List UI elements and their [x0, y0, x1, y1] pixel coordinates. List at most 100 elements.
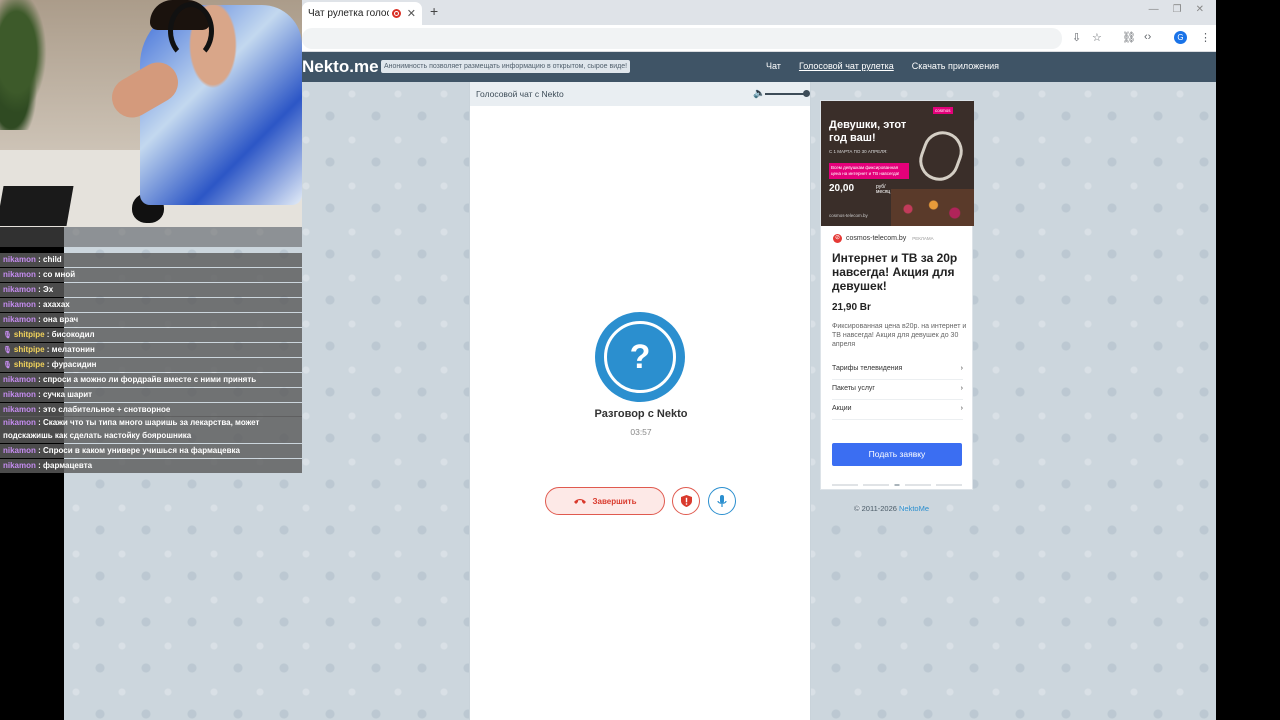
stream-frame: Чат рулетка голосов... ✕ + — ❐ ✕ ⇩ ☆ ⛓ ‹…	[0, 0, 1280, 720]
chat-separator: :	[35, 255, 44, 264]
chat-message: nikamon : child	[0, 253, 302, 267]
chat-text: фармацевта	[43, 461, 93, 470]
chat-text: мелатонин	[51, 345, 95, 354]
ad-banner-price: 20,00	[829, 183, 855, 194]
call-timer: 03:57	[630, 427, 652, 437]
site-logo[interactable]: Nekto.me	[302, 57, 379, 77]
stream-chat-overlay: nikamon : child nikamon : со мной nikamon …	[0, 227, 302, 473]
chat-username[interactable]: nikamon	[3, 255, 36, 264]
nav-chat[interactable]: Чат	[766, 61, 781, 71]
ad-carousel-indicator[interactable]	[832, 484, 962, 486]
ad-banner-price-suffix: руб/ месяц	[876, 184, 891, 195]
chevron-right-icon: ›	[960, 385, 963, 392]
webcam-plant	[0, 0, 55, 130]
ad-banner-brand: cosmos	[933, 107, 953, 114]
chat-message: nikamon : Спроси в каком универе учишься…	[0, 444, 302, 458]
panel-title: Голосовой чат с Nekto	[476, 89, 564, 99]
chat-separator: :	[44, 360, 52, 369]
tab-voice-chat[interactable]: Чат рулетка голосов... ✕	[302, 2, 422, 25]
question-mark-icon: ?	[604, 321, 676, 393]
chat-username[interactable]: nikamon	[3, 405, 36, 414]
new-tab-button[interactable]: +	[430, 3, 438, 19]
chat-text: со мной	[43, 270, 76, 279]
ad-link-label: Пакеты услуг	[832, 385, 875, 392]
shield-alert-icon	[680, 495, 692, 507]
recording-icon	[391, 9, 401, 18]
ad-banner-image[interactable]: cosmos Девушки, этот год ваш! С 1 МАРТА …	[821, 101, 974, 226]
close-window-button[interactable]: ✕	[1196, 4, 1204, 15]
code-icon[interactable]: ‹›	[1144, 31, 1151, 43]
cosmos-logo-icon: ⊘	[833, 234, 842, 243]
chat-separator: :	[35, 375, 44, 384]
profile-avatar[interactable]: G	[1174, 31, 1187, 44]
chat-text: child	[43, 255, 62, 264]
chat-username[interactable]: shitpipe	[14, 360, 45, 369]
bookmark-star-icon[interactable]: ☆	[1092, 31, 1102, 44]
end-call-label: Завершить	[592, 496, 637, 506]
chat-username[interactable]: shitpipe	[14, 345, 45, 354]
chevron-right-icon: ›	[960, 405, 963, 412]
volume-slider[interactable]	[765, 93, 807, 95]
copyright-link[interactable]: NektoMe	[899, 504, 929, 513]
minimize-button[interactable]: —	[1149, 4, 1159, 15]
chat-message: 🎙 shitpipe : мелатонин	[0, 343, 302, 357]
volume-slider-handle[interactable]	[803, 90, 810, 97]
ad-link-packages[interactable]: Пакеты услуг ›	[832, 380, 963, 400]
chat-separator: :	[35, 461, 44, 470]
chat-username[interactable]: nikamon	[3, 375, 36, 384]
ad-headline[interactable]: Интернет и ТВ за 20р навсегда! Акция для…	[832, 251, 967, 293]
chat-username[interactable]: nikamon	[3, 285, 36, 294]
menu-dots-icon[interactable]: ⋮	[1200, 31, 1211, 44]
chat-username[interactable]: shitpipe	[14, 330, 45, 339]
tab-close-icon[interactable]: ✕	[407, 7, 416, 20]
install-icon[interactable]: ⇩	[1072, 31, 1081, 44]
tab-title: Чат рулетка голосов...	[308, 8, 389, 19]
copyright: © 2011-2026 NektoMe	[854, 504, 929, 513]
chat-separator: :	[35, 405, 44, 414]
chat-message: 🎙 shitpipe : бисокодил	[0, 328, 302, 342]
chat-message: nikamon : Скажи что ты типа много шаришь…	[0, 416, 302, 443]
chat-separator: :	[35, 285, 44, 294]
chat-username[interactable]: nikamon	[3, 270, 36, 279]
advertisement[interactable]: cosmos Девушки, этот год ваш! С 1 МАРТА …	[820, 100, 974, 490]
webcam-overlay	[0, 0, 302, 227]
chat-username[interactable]: nikamon	[3, 461, 36, 470]
chat-message: nikamon : фармацевта	[0, 459, 302, 473]
chat-separator: :	[35, 300, 44, 309]
chat-message: nikamon : спроси а можно ли фордрайв вме…	[0, 373, 302, 387]
ad-link-tv-tariffs[interactable]: Тарифы телевидения ›	[832, 360, 963, 380]
hang-up-icon	[574, 499, 587, 504]
nav-voice-chat[interactable]: Голосовой чат рулетка	[799, 61, 894, 71]
ad-banner-site: cosmos-telecom.by	[829, 213, 868, 218]
chat-username[interactable]: nikamon	[3, 418, 36, 427]
ad-description: Фиксированная цена в20р. на интернет и Т…	[832, 323, 967, 348]
link-icon[interactable]: ⛓	[1122, 31, 1136, 44]
chat-message: nikamon : со мной	[0, 268, 302, 282]
microphone-icon	[717, 494, 727, 507]
chat-separator: :	[44, 330, 52, 339]
chat-separator: :	[35, 315, 44, 324]
restore-button[interactable]: ❐	[1173, 4, 1182, 15]
ad-source[interactable]: ⊘ cosmos-telecom.by РЕКЛАМА	[833, 234, 934, 243]
panel-header: Голосовой чат с Nekto 🔈	[470, 82, 810, 106]
report-button[interactable]	[672, 487, 700, 515]
ad-link-promotions[interactable]: Акции ›	[832, 400, 963, 420]
address-bar[interactable]	[302, 28, 1062, 49]
chat-text: это слабительное + снотворное	[43, 405, 171, 414]
nav-download-apps[interactable]: Скачать приложения	[912, 61, 999, 71]
ad-apply-button[interactable]: Подать заявку	[832, 443, 962, 466]
end-call-button[interactable]: Завершить	[545, 487, 665, 515]
chat-username[interactable]: nikamon	[3, 315, 36, 324]
chat-username[interactable]: nikamon	[3, 390, 36, 399]
ad-link-label: Тарифы телевидения	[832, 365, 903, 372]
chat-text: спроси а можно ли фордрайв вместе с ними…	[43, 375, 257, 384]
chat-username[interactable]: nikamon	[3, 300, 36, 309]
chat-text: ахахах	[43, 300, 70, 309]
microphone-button[interactable]	[708, 487, 736, 515]
volume-icon[interactable]: 🔈	[753, 88, 765, 99]
microphone-badge-icon: 🎙	[3, 347, 12, 354]
chat-truncated-row	[0, 227, 302, 247]
chat-text: Спроси в каком универе учишься на фармац…	[43, 446, 240, 455]
chat-username[interactable]: nikamon	[3, 446, 36, 455]
voice-call-panel: Голосовой чат с Nekto 🔈 ? Разговор с Nek…	[469, 82, 811, 720]
